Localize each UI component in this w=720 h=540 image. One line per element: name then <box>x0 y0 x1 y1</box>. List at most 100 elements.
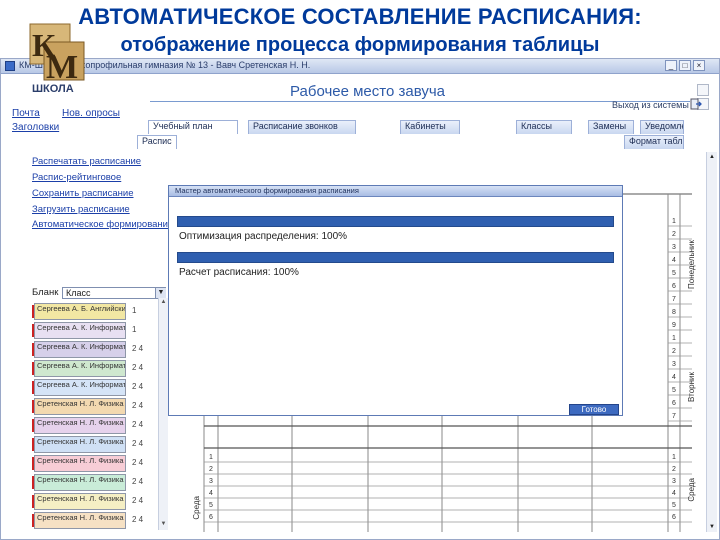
grid-row-number: 3 <box>672 361 676 368</box>
lesson-card[interactable]: Сретенская Н. Л. Физика <box>34 436 126 453</box>
lesson-card[interactable]: Сергеева А. К. Информатика <box>34 341 126 358</box>
slide-subtitle: отображение процесса формирования таблиц… <box>120 34 600 56</box>
lesson-card-row[interactable]: Сергеева А. Б. Английский 1 <box>24 303 154 322</box>
nav-polls-link[interactable]: Нов. опросы <box>62 108 120 119</box>
grid-row-number: 6 <box>672 514 676 521</box>
day-label-wednesday-left: Среда <box>192 496 201 520</box>
lesson-card[interactable]: Сергеева А. Б. Английский <box>34 303 126 320</box>
rating-schedule-link[interactable]: Распис-рейтинговое <box>32 172 121 183</box>
auto-generate-link[interactable]: Автоматическое формирование <box>32 219 173 230</box>
tab-rooms[interactable]: Кабинеты <box>400 120 460 134</box>
lesson-card-row[interactable]: Сергеева А. К. Информатика 1 <box>24 322 154 341</box>
week-select[interactable]: Класс <box>62 287 166 299</box>
lesson-card-row[interactable]: Сретенская Н. Л. Физика 2 4 <box>24 417 154 436</box>
lesson-card-row[interactable]: Сергеева А. К. Информатика 2 4 <box>24 379 154 398</box>
week-label: Бланк <box>32 287 59 298</box>
svg-text:М: М <box>46 49 78 86</box>
load-schedule-link[interactable]: Загрузить расписание <box>32 204 130 215</box>
lesson-card-row[interactable]: Сергеева А. К. Информатика 2 4 <box>24 341 154 360</box>
lesson-card-row[interactable]: Сретенская Н. Л. Физика 2 4 <box>24 398 154 417</box>
lesson-card[interactable]: Сретенская Н. Л. Физика <box>34 512 126 529</box>
left-scrollbar[interactable]: ▲ ▼ <box>158 298 168 530</box>
lesson-card[interactable]: Сретенская Н. Л. Физика <box>34 474 126 491</box>
done-button[interactable]: Готово <box>569 404 619 415</box>
km-school-logo: К М ШКОЛА <box>29 23 85 94</box>
lesson-card-count: 1 <box>132 306 137 315</box>
grid-row-number: 4 <box>209 490 213 497</box>
tab-notifications[interactable]: Уведомление <box>640 120 684 134</box>
lesson-card-row[interactable]: Сретенская Н. Л. Физика 2 4 <box>24 455 154 474</box>
right-scrollbar[interactable]: ▲ ▼ <box>706 152 717 532</box>
page-title: Рабочее место завуча <box>290 83 446 100</box>
grid-row-number: 2 <box>672 466 676 473</box>
nav-headers-link[interactable]: Заголовки <box>12 122 59 133</box>
tab-curriculum[interactable]: Учебный план <box>148 120 238 134</box>
save-schedule-link[interactable]: Сохранить расписание <box>32 188 134 199</box>
lesson-card-count: 2 4 <box>132 458 144 467</box>
calculation-progress-bar <box>177 252 614 263</box>
day-label-wednesday: Среда <box>687 478 696 502</box>
grid-row-number: 1 <box>209 454 213 461</box>
chevron-down-icon[interactable]: ▼ <box>155 288 166 298</box>
lesson-card[interactable]: Сретенская Н. Л. Физика <box>34 398 126 415</box>
lesson-card[interactable]: Сретенская Н. Л. Физика <box>34 493 126 510</box>
lesson-card[interactable]: Сретенская Н. Л. Физика <box>34 417 126 434</box>
tab-schedule-sub[interactable]: Распис <box>137 135 177 149</box>
lesson-card[interactable]: Сергеева А. К. Информатика <box>34 379 126 396</box>
grid-row-number: 2 <box>672 348 676 355</box>
lesson-card-row[interactable]: Сретенская Н. Л. Физика 2 4 <box>24 493 154 512</box>
lesson-card-count: 2 4 <box>132 477 144 486</box>
edit-icon[interactable] <box>697 84 709 96</box>
window-titlebar[interactable]: КМ-Школа - мокопрофильная гимназия № 13 … <box>1 59 719 74</box>
tab-table-format[interactable]: Формат таблиц <box>624 135 684 149</box>
grid-row-number: 4 <box>672 374 676 381</box>
minimize-button[interactable]: _ <box>665 60 677 71</box>
lesson-card-count: 2 4 <box>132 496 144 505</box>
exit-link[interactable]: Выход из системы <box>612 100 689 110</box>
lesson-card-count: 2 4 <box>132 382 144 391</box>
day-label-monday: Понедельник <box>687 240 696 289</box>
scroll-down-icon[interactable]: ▼ <box>707 522 717 532</box>
grid-row-number: 6 <box>209 514 213 521</box>
svg-text:ШКОЛА: ШКОЛА <box>32 83 74 94</box>
optimization-progress-bar <box>177 216 614 227</box>
scroll-down-icon[interactable]: ▼ <box>159 520 168 529</box>
lesson-card[interactable]: Сергеева А. К. Информатика <box>34 322 126 339</box>
print-schedule-link[interactable]: Распечатать расписание <box>32 156 141 167</box>
lesson-card-count: 2 4 <box>132 420 144 429</box>
lesson-card-row[interactable]: Сретенская Н. Л. Физика 2 4 <box>24 436 154 455</box>
dialog-title: Мастер автоматического формирования расп… <box>175 186 359 195</box>
grid-row-number: 5 <box>672 502 676 509</box>
optimization-progress-label: Оптимизация распределения: 100% <box>179 231 348 242</box>
lesson-card-count: 2 4 <box>132 363 144 372</box>
tab-bar: Учебный план Расписание звонков Кабинеты… <box>118 120 684 134</box>
grid-row-number: 3 <box>209 478 213 485</box>
day-label-tuesday: Вторник <box>687 372 696 402</box>
slide-title: АВТОМАТИЧЕСКОЕ СОСТАВЛЕНИЕ РАСПИСАНИЯ: <box>78 4 642 29</box>
header-divider <box>150 101 690 102</box>
grid-row-number: 8 <box>672 309 676 316</box>
nav-mail-link[interactable]: Почта <box>12 108 40 119</box>
tab-bells[interactable]: Расписание звонков <box>248 120 356 134</box>
grid-row-number: 9 <box>672 322 676 329</box>
lesson-card-row[interactable]: Сергеева А. К. Информатика 2 4 <box>24 360 154 379</box>
maximize-button[interactable]: □ <box>679 60 691 71</box>
lesson-card-row[interactable]: Сретенская Н. Л. Физика 2 4 <box>24 474 154 493</box>
tab-classes[interactable]: Классы <box>516 120 572 134</box>
grid-row-number: 1 <box>672 454 676 461</box>
calculation-progress-label: Расчет расписания: 100% <box>179 267 299 278</box>
lesson-card[interactable]: Сергеева А. К. Информатика <box>34 360 126 377</box>
week-select-value: Класс <box>66 288 91 298</box>
lesson-card-count: 2 4 <box>132 515 144 524</box>
scroll-up-icon[interactable]: ▲ <box>159 298 168 307</box>
app-icon <box>5 61 15 71</box>
close-button[interactable]: × <box>693 60 705 71</box>
exit-icon[interactable] <box>690 98 702 110</box>
grid-row-number: 5 <box>672 387 676 394</box>
scroll-up-icon[interactable]: ▲ <box>707 152 717 162</box>
lesson-card-row[interactable]: Сретенская Н. Л. Физика 2 4 <box>24 512 154 531</box>
lesson-card-count: 2 4 <box>132 344 144 353</box>
lesson-card[interactable]: Сретенская Н. Л. Физика <box>34 455 126 472</box>
dialog-titlebar[interactable]: Мастер автоматического формирования расп… <box>169 186 622 197</box>
tab-substitutions[interactable]: Замены <box>588 120 634 134</box>
